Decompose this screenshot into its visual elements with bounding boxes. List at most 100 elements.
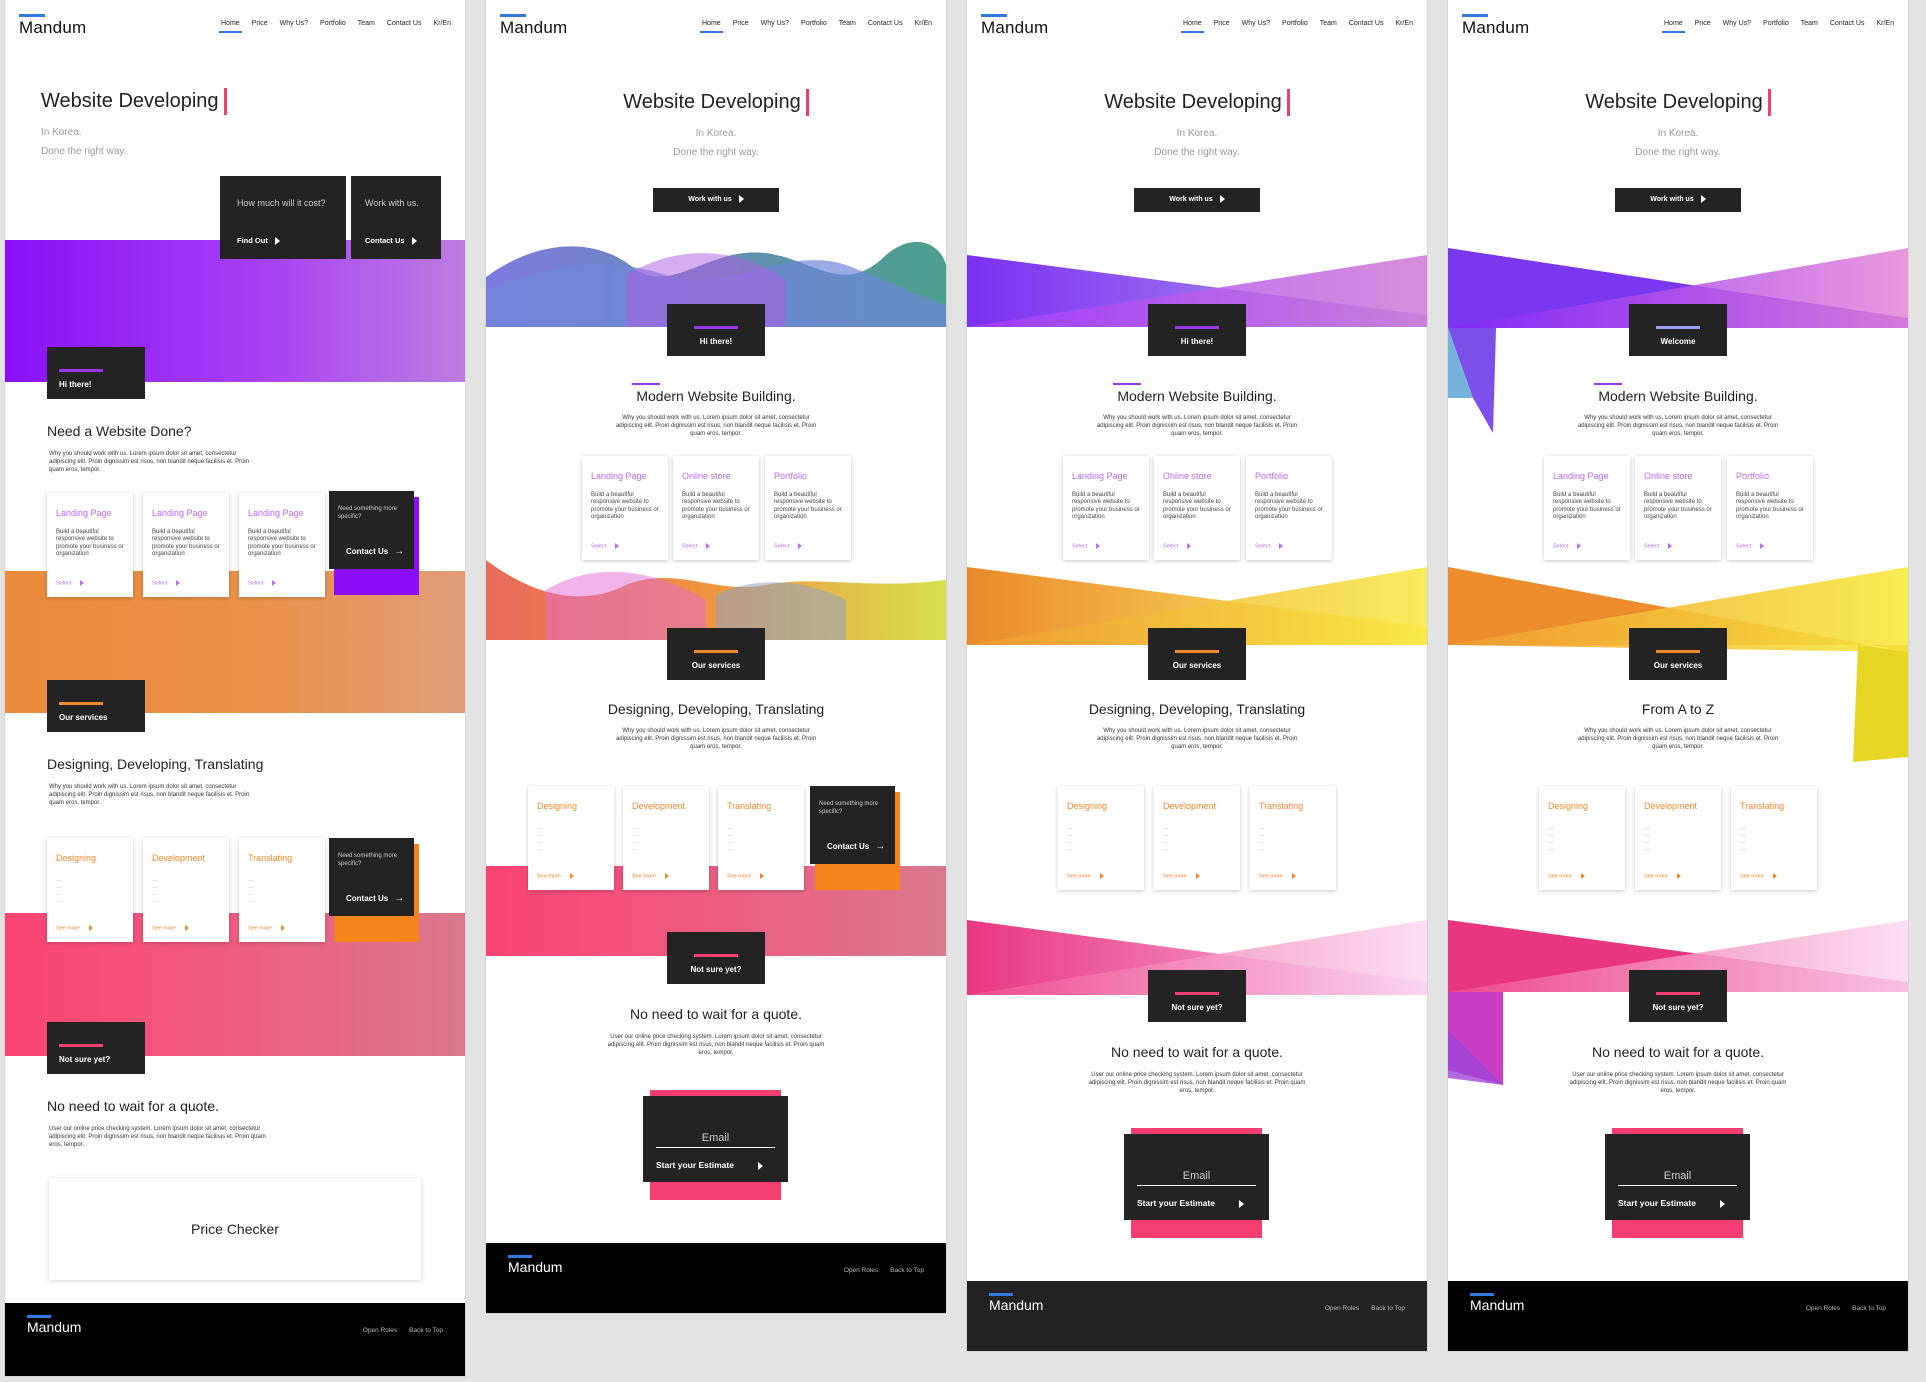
logo[interactable]: Mandum [1462, 18, 1529, 38]
service-card-landing[interactable]: Landing Page Build a beautiful responsiv… [1063, 456, 1149, 560]
contact-card-orange[interactable]: Need something more specific? Contact Us → [329, 838, 419, 942]
select-link[interactable]: Select [152, 579, 181, 586]
service-card-landing-2[interactable]: Landing Page Build a beautiful responsiv… [143, 493, 229, 597]
nav-portfolio[interactable]: Portfolio [1763, 20, 1789, 27]
nav-team[interactable]: Team [1801, 20, 1818, 27]
service-card-development[interactable]: Development — — — — See more [1635, 786, 1721, 890]
service-card-translating[interactable]: Translating — — — — See more [718, 786, 804, 890]
email-field[interactable]: Email [1137, 1170, 1256, 1186]
nav-why-us[interactable]: Why Us? [280, 20, 308, 27]
start-estimate-button[interactable]: Start your Estimate [1137, 1198, 1244, 1208]
service-card-translating[interactable]: Translating — — — — See more [1731, 786, 1817, 890]
nav-price[interactable]: Price [733, 20, 749, 27]
work-box[interactable]: Work with us. Contact Us [351, 176, 441, 259]
service-card-designing[interactable]: Designing — — — — See more [1058, 786, 1144, 890]
service-card-landing[interactable]: Landing Page Build a beautiful responsiv… [582, 456, 668, 560]
see-more-link[interactable]: See more [632, 872, 669, 879]
see-more-link[interactable]: See more [1163, 872, 1200, 879]
see-more-link[interactable]: See more [537, 872, 574, 879]
service-card-development[interactable]: Development — — — — See more [623, 786, 709, 890]
nav-price[interactable]: Price [1695, 20, 1711, 27]
cost-box[interactable]: How much will it cost? Find Out [220, 176, 346, 259]
nav-team[interactable]: Team [839, 20, 856, 27]
select-link[interactable]: Select [1255, 542, 1284, 549]
service-card-portfolio[interactable]: Portfolio Build a beautiful responsive w… [1246, 456, 1332, 560]
service-card-online-store[interactable]: Online store Build a beautiful responsiv… [1635, 456, 1721, 560]
service-card-landing-1[interactable]: Landing Page Build a beautiful responsiv… [47, 493, 133, 597]
contact-card-purple[interactable]: Need something more specific? Contact Us → [329, 491, 419, 595]
see-more-link[interactable]: See more [1259, 872, 1296, 879]
service-card-development[interactable]: Development — — — — See more [143, 838, 229, 942]
contact-us-link[interactable]: Contact Us → [346, 546, 404, 557]
nav-home[interactable]: Home [1181, 20, 1204, 33]
see-more-link[interactable]: See more [1067, 872, 1104, 879]
footer-logo[interactable]: Mandum [27, 1319, 81, 1335]
nav-contact[interactable]: Contact Us [868, 20, 903, 27]
service-card-landing-3[interactable]: Landing Page Build a beautiful responsiv… [239, 493, 325, 597]
work-with-us-button[interactable]: Work with us [1134, 188, 1260, 212]
nav-language[interactable]: Kr/En [1395, 20, 1413, 27]
nav-team[interactable]: Team [358, 20, 375, 27]
select-link[interactable]: Select [248, 579, 277, 586]
nav-price[interactable]: Price [252, 20, 268, 27]
open-roles-link[interactable]: Open Roles [363, 1327, 397, 1334]
nav-home[interactable]: Home [1662, 20, 1685, 33]
nav-why-us[interactable]: Why Us? [1242, 20, 1270, 27]
footer-logo[interactable]: Mandum [1470, 1297, 1524, 1313]
service-card-designing[interactable]: Designing — — — — See more [47, 838, 133, 942]
select-link[interactable]: Select [1553, 542, 1582, 549]
select-link[interactable]: Select [682, 542, 711, 549]
nav-portfolio[interactable]: Portfolio [1282, 20, 1308, 27]
back-to-top-link[interactable]: Back to Top [1371, 1305, 1405, 1312]
work-with-us-button[interactable]: Work with us [653, 188, 779, 212]
see-more-link[interactable]: See more [1548, 872, 1585, 879]
find-out-link[interactable]: Find Out [237, 236, 280, 246]
see-more-link[interactable]: See more [1644, 872, 1681, 879]
back-to-top-link[interactable]: Back to Top [890, 1267, 924, 1274]
nav-language[interactable]: Kr/En [433, 20, 451, 27]
nav-portfolio[interactable]: Portfolio [801, 20, 827, 27]
start-estimate-button[interactable]: Start your Estimate [656, 1160, 763, 1170]
back-to-top-link[interactable]: Back to Top [409, 1327, 443, 1334]
see-more-link[interactable]: See more [152, 924, 189, 931]
price-checker-card[interactable]: Price Checker [49, 1178, 421, 1280]
email-field[interactable]: Email [1618, 1170, 1737, 1186]
contact-card-orange[interactable]: Need something more specific? Contact Us → [810, 786, 900, 890]
see-more-link[interactable]: See more [727, 872, 764, 879]
logo[interactable]: Mandum [500, 18, 567, 38]
select-link[interactable]: Select [774, 542, 803, 549]
see-more-link[interactable]: See more [1740, 872, 1777, 879]
footer-logo[interactable]: Mandum [508, 1259, 562, 1275]
footer-logo[interactable]: Mandum [989, 1297, 1043, 1313]
service-card-translating[interactable]: Translating — — — — See more [239, 838, 325, 942]
nav-contact[interactable]: Contact Us [1349, 20, 1384, 27]
open-roles-link[interactable]: Open Roles [1325, 1305, 1359, 1312]
nav-price[interactable]: Price [1214, 20, 1230, 27]
see-more-link[interactable]: See more [248, 924, 285, 931]
contact-us-link[interactable]: Contact Us → [827, 841, 885, 852]
nav-home[interactable]: Home [700, 20, 723, 33]
service-card-designing[interactable]: Designing — — — — See more [1539, 786, 1625, 890]
see-more-link[interactable]: See more [56, 924, 93, 931]
work-with-us-button[interactable]: Work with us [1615, 188, 1741, 212]
back-to-top-link[interactable]: Back to Top [1852, 1305, 1886, 1312]
open-roles-link[interactable]: Open Roles [844, 1267, 878, 1274]
select-link[interactable]: Select [591, 542, 620, 549]
nav-portfolio[interactable]: Portfolio [320, 20, 346, 27]
nav-language[interactable]: Kr/En [1876, 20, 1894, 27]
select-link[interactable]: Select [56, 579, 85, 586]
nav-home[interactable]: Home [219, 20, 242, 33]
select-link[interactable]: Select [1072, 542, 1101, 549]
service-card-online-store[interactable]: Online store Build a beautiful responsiv… [673, 456, 759, 560]
nav-team[interactable]: Team [1320, 20, 1337, 27]
service-card-online-store[interactable]: Online store Build a beautiful responsiv… [1154, 456, 1240, 560]
service-card-portfolio[interactable]: Portfolio Build a beautiful responsive w… [765, 456, 851, 560]
start-estimate-button[interactable]: Start your Estimate [1618, 1198, 1725, 1208]
open-roles-link[interactable]: Open Roles [1806, 1305, 1840, 1312]
contact-us-link[interactable]: Contact Us [365, 236, 417, 246]
logo[interactable]: Mandum [19, 18, 86, 38]
nav-contact[interactable]: Contact Us [387, 20, 422, 27]
service-card-development[interactable]: Development — — — — See more [1154, 786, 1240, 890]
service-card-portfolio[interactable]: Portfolio Build a beautiful responsive w… [1727, 456, 1813, 560]
nav-language[interactable]: Kr/En [914, 20, 932, 27]
